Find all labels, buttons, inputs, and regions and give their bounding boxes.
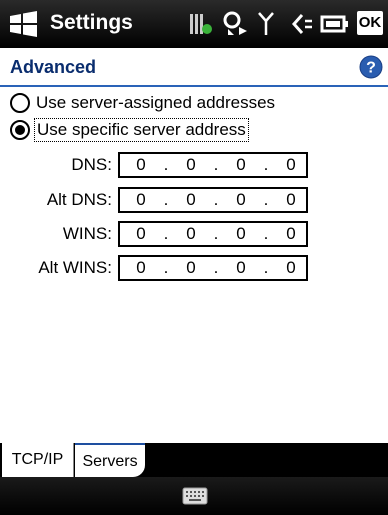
bluetooth-icon[interactable] — [188, 9, 214, 39]
ip-octet[interactable]: 0 — [226, 155, 256, 175]
ip-octet[interactable]: 0 — [276, 224, 306, 244]
page-header: Advanced ? — [0, 48, 388, 86]
ip-octet[interactable]: 0 — [176, 155, 206, 175]
radio-button[interactable] — [10, 93, 30, 113]
ip-dot: . — [263, 190, 269, 209]
ip-octet[interactable]: 0 — [126, 258, 156, 278]
wins-label: WINS: — [62, 224, 112, 243]
wins-row: WINS: 0 . 0 . 0 . 0 — [0, 221, 388, 251]
status-bar: Settings OK — [0, 0, 388, 48]
tab-strip: TCP/IP Servers — [0, 443, 388, 477]
wins-ip-field[interactable]: 0 . 0 . 0 . 0 — [118, 221, 308, 247]
battery-icon[interactable] — [320, 9, 350, 39]
signal-icon[interactable] — [256, 9, 276, 39]
ip-octet[interactable]: 0 — [126, 224, 156, 244]
ip-dot: . — [163, 190, 169, 209]
ip-octet[interactable]: 0 — [126, 155, 156, 175]
windows-start-icon[interactable] — [6, 8, 42, 40]
ip-dot: . — [163, 224, 169, 243]
dns-label: DNS: — [71, 155, 112, 174]
ip-dot: . — [263, 224, 269, 243]
ip-octet[interactable]: 0 — [226, 190, 256, 210]
header-divider — [0, 85, 388, 87]
ip-dot: . — [213, 155, 219, 174]
ip-octet[interactable]: 0 — [276, 258, 306, 278]
menu-bar — [0, 477, 388, 515]
keyboard-icon[interactable] — [182, 486, 208, 506]
radio-label-server-assigned[interactable]: Use server-assigned addresses — [34, 92, 277, 114]
tab-servers[interactable]: Servers — [75, 443, 145, 477]
alt-wins-ip-field[interactable]: 0 . 0 . 0 . 0 — [118, 255, 308, 281]
dns-row: DNS: 0 . 0 . 0 . 0 — [0, 152, 388, 182]
alt-dns-ip-field[interactable]: 0 . 0 . 0 . 0 — [118, 187, 308, 213]
ip-octet[interactable]: 0 — [226, 258, 256, 278]
radio-server-assigned[interactable]: Use server-assigned addresses — [10, 90, 277, 116]
ip-dot: . — [263, 258, 269, 277]
svg-text:?: ? — [366, 60, 376, 77]
page-title: Advanced — [10, 57, 97, 77]
settings-screen: Settings OK Advanced ? Use server-assign… — [0, 0, 388, 515]
ip-octet[interactable]: 0 — [176, 190, 206, 210]
ip-octet[interactable]: 0 — [126, 190, 156, 210]
alt-wins-row: Alt WINS: 0 . 0 . 0 . 0 — [0, 255, 388, 285]
alt-wins-label: Alt WINS: — [38, 258, 112, 277]
ok-button[interactable]: OK — [357, 11, 383, 35]
ip-dot: . — [163, 258, 169, 277]
radio-label-specific-server[interactable]: Use specific server address — [34, 118, 249, 142]
alt-dns-row: Alt DNS: 0 . 0 . 0 . 0 — [0, 187, 388, 217]
ip-octet[interactable]: 0 — [276, 155, 306, 175]
ip-dot: . — [213, 224, 219, 243]
help-icon[interactable]: ? — [359, 55, 383, 79]
connectivity-icon[interactable] — [220, 9, 250, 39]
volume-icon[interactable] — [288, 9, 314, 39]
ip-dot: . — [213, 258, 219, 277]
radio-specific-server[interactable]: Use specific server address — [10, 117, 249, 143]
tab-tcpip[interactable]: TCP/IP — [2, 443, 74, 477]
ip-octet[interactable]: 0 — [176, 258, 206, 278]
app-title: Settings — [50, 11, 133, 34]
ip-octet[interactable]: 0 — [226, 224, 256, 244]
radio-button-selected[interactable] — [10, 120, 30, 140]
ip-octet[interactable]: 0 — [176, 224, 206, 244]
ip-dot: . — [163, 155, 169, 174]
ip-dot: . — [213, 190, 219, 209]
ip-octet[interactable]: 0 — [276, 190, 306, 210]
dns-ip-field[interactable]: 0 . 0 . 0 . 0 — [118, 152, 308, 178]
alt-dns-label: Alt DNS: — [46, 190, 112, 209]
ip-dot: . — [263, 155, 269, 174]
